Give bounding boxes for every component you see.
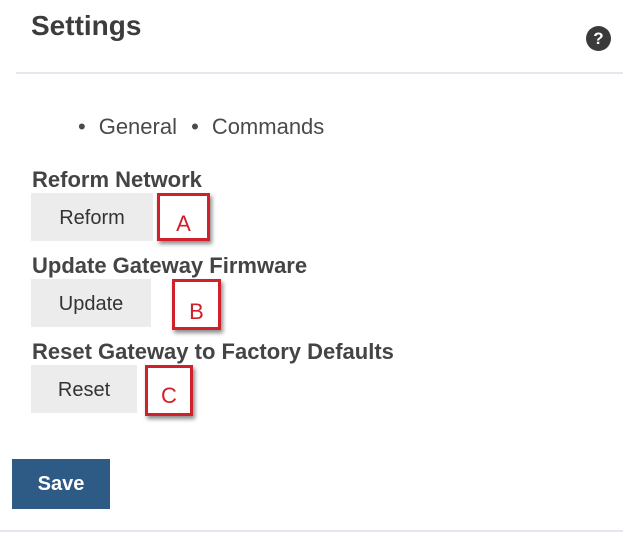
reform-button[interactable]: Reform bbox=[31, 193, 153, 241]
tab-general-label: General bbox=[98, 114, 177, 139]
reform-network-label: Reform Network bbox=[32, 167, 202, 192]
bullet-icon: • bbox=[191, 114, 199, 139]
tab-list: • General • Commands bbox=[78, 114, 324, 140]
reset-button[interactable]: Reset bbox=[31, 365, 137, 413]
bottom-divider bbox=[0, 530, 623, 532]
callout-b: B bbox=[172, 279, 221, 330]
tab-general[interactable]: • General bbox=[78, 114, 177, 140]
bullet-icon: • bbox=[78, 114, 86, 139]
help-icon[interactable]: ? bbox=[586, 26, 611, 51]
title-divider bbox=[16, 72, 623, 74]
tab-commands-label: Commands bbox=[211, 114, 325, 139]
callout-a: A bbox=[157, 193, 210, 241]
reset-defaults-label: Reset Gateway to Factory Defaults bbox=[32, 339, 394, 364]
tab-commands[interactable]: • Commands bbox=[183, 114, 324, 140]
update-firmware-label: Update Gateway Firmware bbox=[32, 253, 308, 278]
update-button[interactable]: Update bbox=[31, 279, 151, 327]
callout-c: C bbox=[145, 365, 193, 416]
save-button[interactable]: Save bbox=[12, 459, 110, 509]
page-title: Settings bbox=[31, 10, 142, 41]
